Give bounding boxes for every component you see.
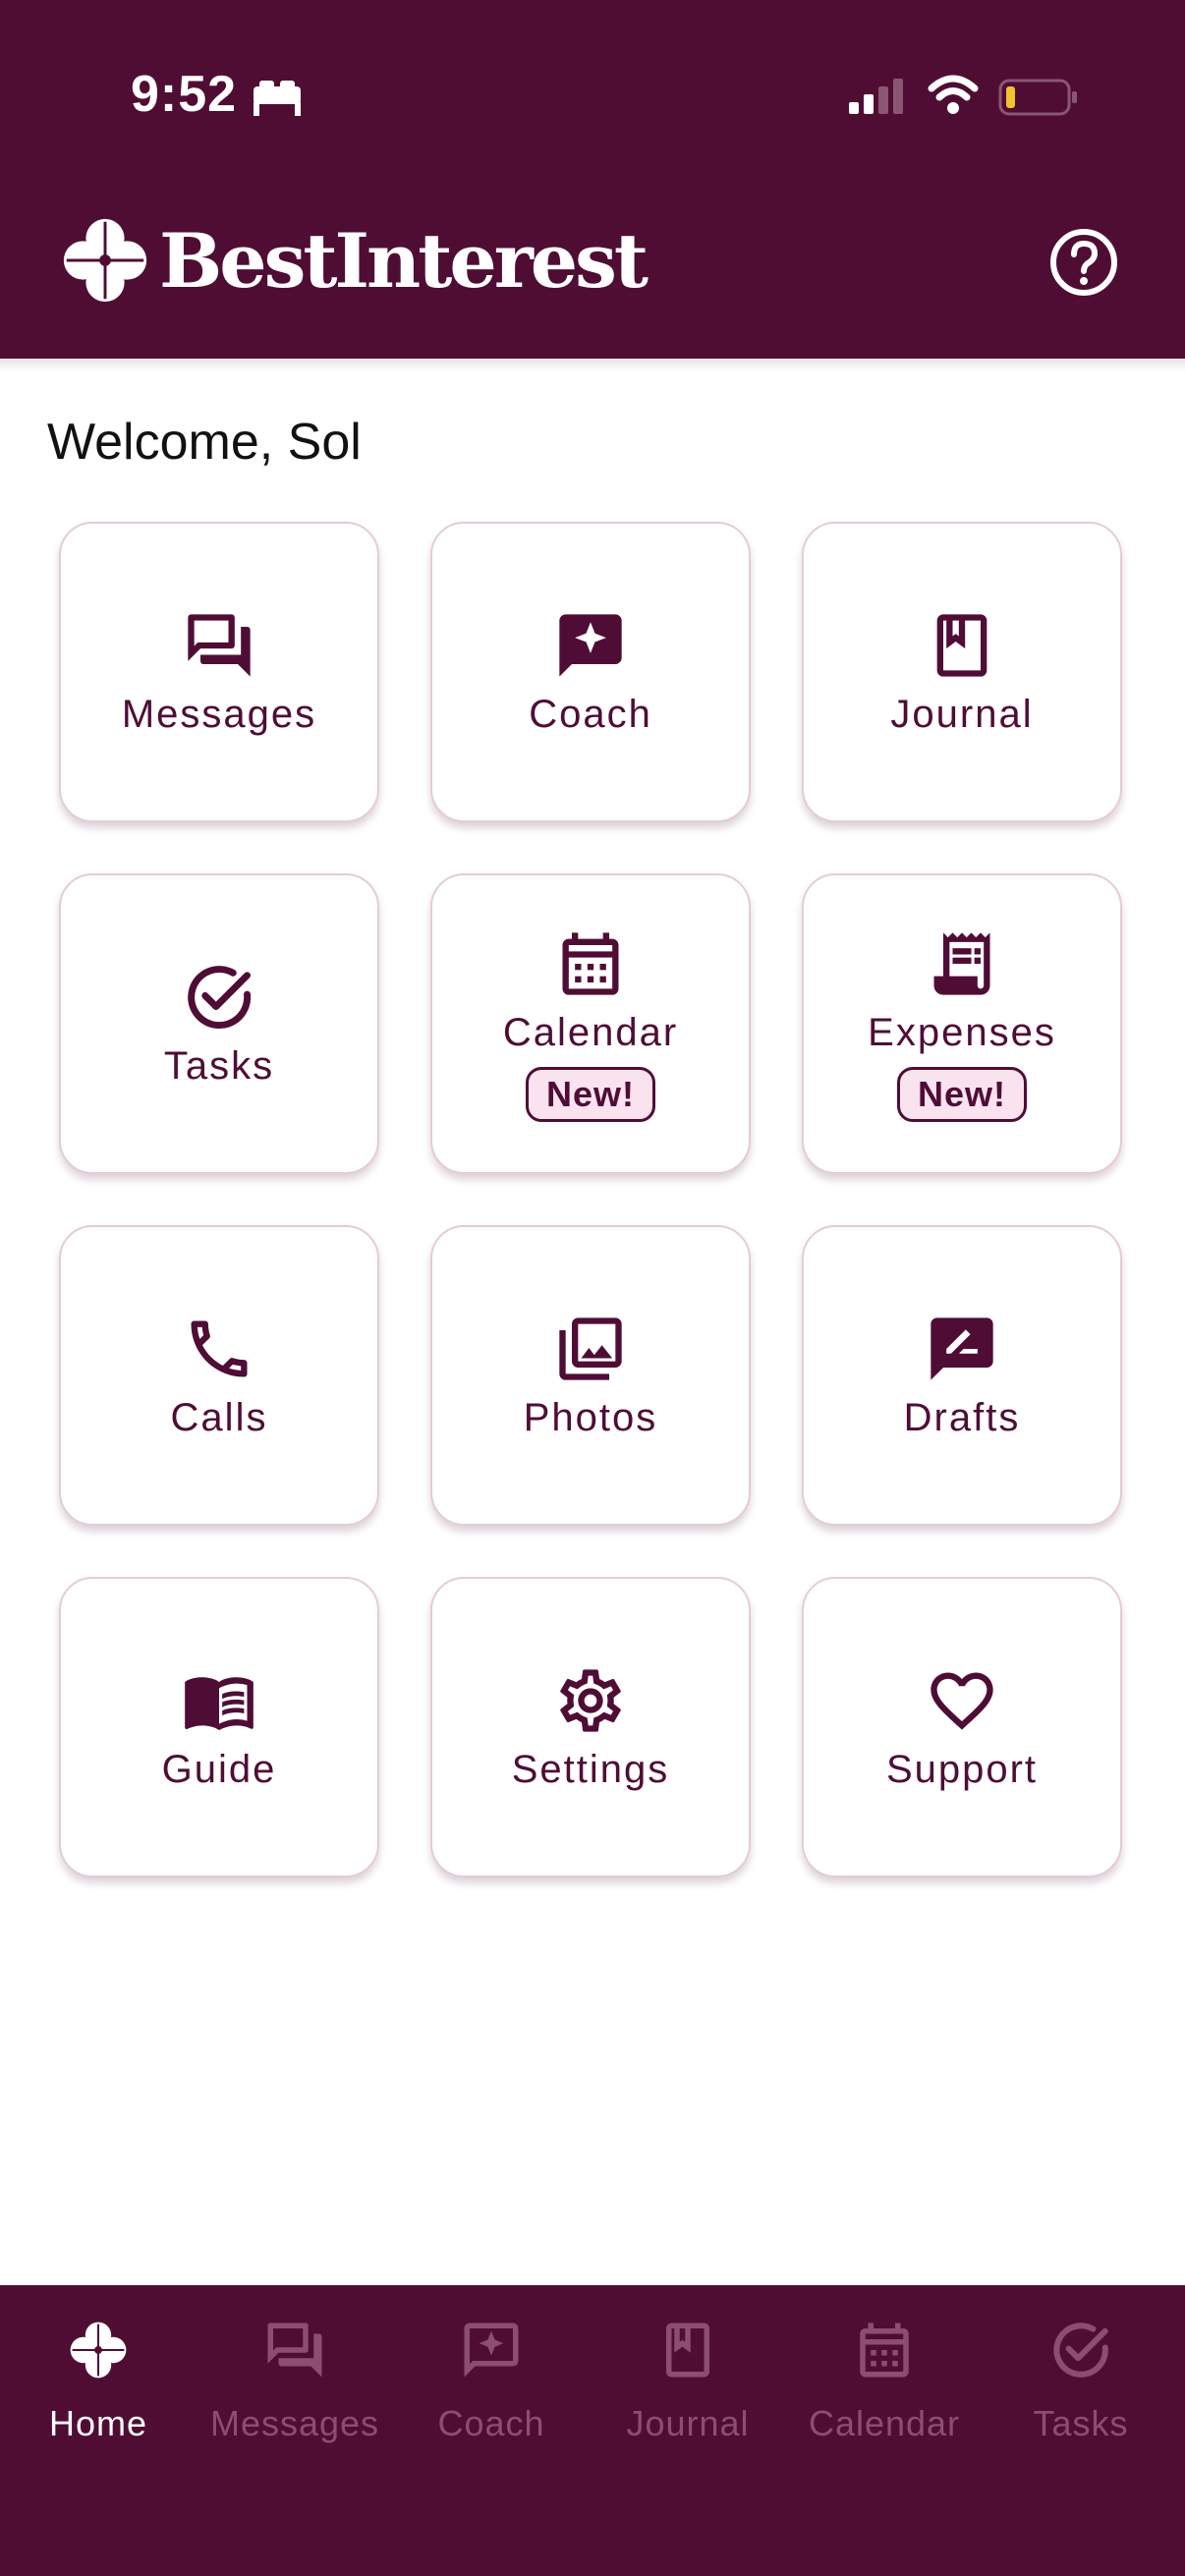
phone-icon — [182, 1312, 256, 1386]
tile-drafts[interactable]: Drafts — [802, 1225, 1122, 1526]
tile-settings[interactable]: Settings — [430, 1577, 751, 1877]
chat-bubbles-icon — [259, 2315, 330, 2385]
clover-icon — [63, 2315, 134, 2385]
nav-label: Journal — [626, 2403, 750, 2443]
tile-label: Calendar — [502, 1010, 679, 1054]
tile-guide[interactable]: Guide — [59, 1577, 379, 1877]
calendar-icon — [553, 926, 628, 1001]
photo-library-icon — [553, 1312, 628, 1386]
tile-label: Photos — [523, 1395, 658, 1439]
welcome-text: Welcome, Sol — [47, 414, 362, 471]
tile-expenses[interactable]: Expenses New! — [802, 873, 1122, 1174]
brand: BestInterest — [57, 211, 649, 309]
bed-icon — [254, 81, 301, 116]
help-button[interactable] — [1047, 226, 1120, 299]
tile-calendar[interactable]: Calendar New! — [430, 873, 751, 1174]
draft-icon — [925, 1312, 999, 1386]
nav-label: Messages — [209, 2403, 380, 2443]
tile-journal[interactable]: Journal — [802, 522, 1122, 822]
nav-item-messages[interactable]: Messages — [197, 2315, 393, 2444]
nav-item-coach[interactable]: Coach — [393, 2315, 590, 2444]
app-header: 9:52 BestInterest — [0, 0, 1185, 359]
bottom-nav: Home Messages Coach Journal Calendar Tas… — [0, 2285, 1185, 2576]
check-circle-icon — [182, 960, 256, 1035]
status-time: 9:52 — [131, 66, 238, 123]
status-bar: 9:52 — [0, 0, 1185, 196]
nav-item-tasks[interactable]: Tasks — [983, 2315, 1179, 2444]
chat-bubbles-icon — [182, 608, 256, 683]
bookmark-book-icon — [652, 2315, 723, 2385]
battery-icon — [998, 79, 1077, 116]
tile-messages[interactable]: Messages — [59, 522, 379, 822]
receipt-icon — [925, 926, 999, 1001]
wifi-icon — [928, 75, 979, 114]
tile-label: Support — [885, 1747, 1039, 1791]
tile-label: Journal — [890, 692, 1034, 736]
tile-label: Calls — [170, 1395, 268, 1439]
bookmark-book-icon — [925, 608, 999, 683]
tile-support[interactable]: Support — [802, 1577, 1122, 1877]
open-book-icon — [182, 1663, 256, 1738]
signal-icon — [849, 79, 903, 114]
tile-photos[interactable]: Photos — [430, 1225, 751, 1526]
nav-label: Home — [48, 2403, 148, 2443]
nav-item-calendar[interactable]: Calendar — [786, 2315, 983, 2444]
tile-label: Messages — [121, 692, 317, 736]
heart-icon — [925, 1663, 999, 1738]
tile-calls[interactable]: Calls — [59, 1225, 379, 1526]
help-circle-icon — [1050, 229, 1117, 296]
tile-coach[interactable]: Coach — [430, 522, 751, 822]
tile-label: Expenses — [868, 1010, 1056, 1054]
nav-item-home[interactable]: Home — [0, 2315, 197, 2444]
new-badge: New! — [525, 1066, 655, 1122]
nav-label: Coach — [437, 2403, 545, 2443]
tile-label: Coach — [529, 692, 652, 736]
calendar-icon — [849, 2315, 920, 2385]
clover-logo — [63, 218, 147, 303]
nav-item-journal[interactable]: Journal — [590, 2315, 786, 2444]
nav-label: Tasks — [1033, 2403, 1129, 2443]
check-circle-icon — [1045, 2315, 1116, 2385]
brand-name: BestInterest — [159, 216, 649, 305]
gear-icon — [553, 1663, 628, 1738]
tile-label: Guide — [161, 1747, 277, 1791]
tile-label: Tasks — [163, 1043, 275, 1088]
tile-tasks[interactable]: Tasks — [59, 873, 379, 1174]
sparkle-chat-icon — [456, 2315, 527, 2385]
nav-label: Calendar — [808, 2403, 961, 2443]
header-shadow — [0, 359, 1185, 372]
sparkle-chat-icon — [553, 608, 628, 683]
tile-label: Drafts — [903, 1395, 1021, 1439]
tile-label: Settings — [511, 1747, 670, 1791]
new-badge: New! — [896, 1066, 1027, 1122]
